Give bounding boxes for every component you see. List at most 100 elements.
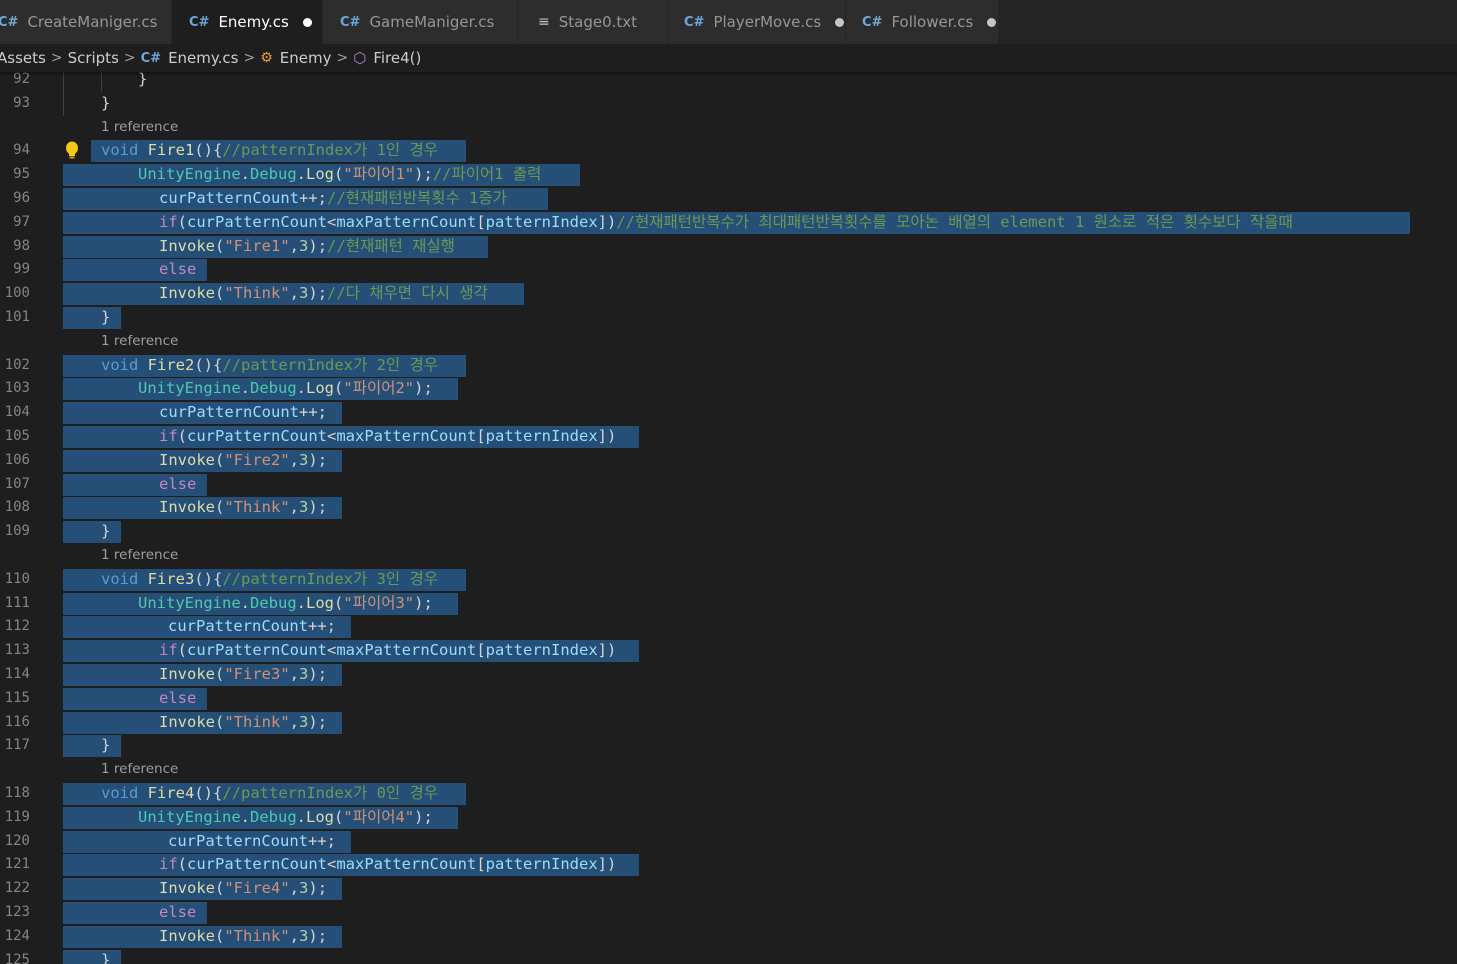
code-line[interactable]: 124 Invoke("Think",3); (0, 925, 1457, 948)
code-token: Fire3 (147, 569, 195, 588)
breadcrumb-scripts[interactable]: Scripts (68, 49, 119, 67)
code-line[interactable]: 117} (0, 734, 1457, 758)
code-line[interactable]: 98 Invoke("Fire1",3);//현재패턴 재실행 (0, 235, 1457, 258)
line-number: 111 (4, 594, 30, 611)
code-lens-references[interactable]: 1 reference (101, 544, 178, 567)
line-number: 122 (4, 880, 30, 897)
code-token: if (159, 427, 178, 445)
code-text: curPatternCount++;//현재패턴반복횟수 1증가 (159, 187, 507, 210)
code-token: curPatternCount (159, 189, 299, 207)
tab-stage0[interactable]: ≡ Stage0.txt (518, 0, 668, 44)
tab-playermove[interactable]: C# PlayerMove.cs (668, 0, 846, 44)
code-token: 3 (299, 236, 309, 255)
code-text: UnityEngine.Debug.Log("파이어2"); (138, 377, 433, 400)
breadcrumb-method[interactable]: Fire4() (373, 49, 421, 67)
code-line[interactable]: 103 UnityEngine.Debug.Log("파이어2"); (0, 377, 1457, 401)
code-line[interactable]: 106 Invoke("Fire2",3); (0, 449, 1457, 472)
tab-createmaniger[interactable]: C# CreateManiger.cs (0, 0, 172, 44)
code-line[interactable]: 115 else (0, 687, 1457, 710)
code-token: void (101, 355, 139, 374)
code-line[interactable]: 113 if(curPatternCount<maxPatternCount[pa… (0, 639, 1457, 663)
breadcrumb-class[interactable]: Enemy (280, 49, 332, 67)
code-text: void Fire1(){//patternIndex가 1인 경우 (101, 139, 438, 162)
code-token: if (159, 855, 178, 874)
code-line[interactable]: 108 Invoke("Think",3); (0, 496, 1457, 520)
code-token: ++; (307, 831, 336, 850)
code-line[interactable]: 95 UnityEngine.Debug.Log("파이어1");//파이어1 출… (0, 163, 1457, 187)
line-number: 121 (4, 856, 30, 873)
code-token: ( (334, 379, 344, 398)
code-text: curPatternCount++; (159, 401, 327, 424)
code-line[interactable]: 107 else (0, 473, 1457, 496)
tab-enemy[interactable]: C# Enemy.cs (172, 0, 323, 44)
code-lens-references[interactable]: 1 reference (101, 330, 178, 353)
tab-follower[interactable]: C# Follower.cs (846, 0, 999, 44)
code-line[interactable]: 99 else (0, 258, 1457, 282)
breadcrumb-assets[interactable]: Assets (0, 49, 46, 67)
code-editor[interactable]: 92} 93} 1 reference 94 void Fire1(){//patter… (0, 72, 1457, 964)
code-text: curPatternCount++; (168, 830, 336, 853)
code-token: //현재패턴반복횟수 1증가 (326, 189, 507, 207)
code-line[interactable]: 101} (0, 306, 1457, 329)
code-lens-row: 1 reference (0, 544, 1457, 567)
code-token: "Fire4" (224, 879, 290, 898)
code-token: maxPatternCount (336, 855, 477, 874)
code-text: void Fire4(){//patternIndex가 0인 경우 (101, 782, 438, 805)
code-token: } (101, 736, 111, 755)
code-line[interactable]: 119 UnityEngine.Debug.Log("파이어4"); (0, 806, 1457, 829)
code-line[interactable]: 118 void Fire4(){//patternIndex가 0인 경우 (0, 782, 1457, 805)
code-lens-references[interactable]: 1 reference (101, 758, 178, 781)
breadcrumb-file[interactable]: Enemy.cs (168, 49, 238, 67)
code-token: "Think" (224, 284, 290, 303)
code-line[interactable]: 94 void Fire1(){//patternIndex가 1인 경우 (0, 139, 1457, 163)
code-line[interactable]: 122 Invoke("Fire4",3); (0, 877, 1457, 901)
code-line[interactable]: 105 if(curPatternCount<maxPatternCount[pa… (0, 425, 1457, 448)
code-line[interactable]: 96 curPatternCount++;//현재패턴반복횟수 1증가 (0, 187, 1457, 210)
lightbulb-icon[interactable] (64, 141, 80, 160)
code-line[interactable]: 92} (0, 72, 1457, 91)
code-text: else (159, 258, 196, 281)
code-token: ]) (597, 641, 617, 660)
code-line[interactable]: 123 else (0, 901, 1457, 924)
code-token: ); (308, 879, 328, 898)
code-token: (){ (194, 569, 223, 588)
unsaved-dot-icon[interactable] (302, 17, 312, 27)
code-line[interactable]: 125} (0, 949, 1457, 964)
line-number: 114 (4, 666, 30, 682)
tab-label: CreateManiger.cs (27, 13, 158, 31)
code-token: 3 (299, 926, 309, 945)
code-lens-references[interactable]: 1 reference (101, 116, 178, 139)
code-line[interactable]: 114 Invoke("Fire3",3); (0, 663, 1457, 686)
code-line[interactable]: 111 UnityEngine.Debug.Log("파이어3"); (0, 592, 1457, 615)
code-text: Invoke("Fire3",3); (159, 663, 327, 686)
code-line[interactable]: 120 curPatternCount++; (0, 830, 1457, 853)
code-token: Debug (250, 807, 297, 826)
code-line[interactable]: 93} (0, 92, 1457, 115)
code-token: Invoke (159, 665, 215, 683)
code-token: ( (177, 641, 188, 660)
code-token: ( (177, 427, 188, 445)
code-line[interactable]: 112 curPatternCount++; (0, 615, 1457, 639)
code-line[interactable]: 110 void Fire3(){//patternIndex가 3인 경우 (0, 568, 1457, 591)
line-number: 125 (4, 951, 30, 964)
code-token: curPatternCount (187, 427, 327, 445)
unsaved-dot-icon[interactable] (987, 17, 997, 27)
code-text: Invoke("Fire4",3); (159, 877, 327, 900)
code-lens-row: 1 reference (0, 330, 1457, 353)
code-line[interactable]: 97 if(curPatternCount<maxPatternCount[pat… (0, 211, 1457, 234)
code-line[interactable]: 121 if(curPatternCount<maxPatternCount[pa… (0, 853, 1457, 877)
code-line[interactable]: 109} (0, 520, 1457, 544)
code-line[interactable]: 100 Invoke("Think",3);//다 채우면 다시 생각 (0, 282, 1457, 306)
code-token: Log (306, 379, 335, 398)
code-text: } (101, 92, 110, 115)
code-line[interactable]: 104 curPatternCount++; (0, 401, 1457, 425)
code-line[interactable]: 116 Invoke("Think",3); (0, 711, 1457, 734)
unsaved-dot-icon[interactable] (835, 17, 845, 27)
code-line[interactable]: 102 void Fire2(){//patternIndex가 2인 경우 (0, 354, 1457, 377)
code-lens-row: 1 reference (0, 758, 1457, 781)
code-text: } (101, 520, 110, 543)
text-file-icon: ≡ (538, 14, 550, 30)
tab-gamemaniger[interactable]: C# GameManiger.cs (323, 0, 518, 44)
code-text: Invoke("Think",3); (159, 496, 327, 519)
